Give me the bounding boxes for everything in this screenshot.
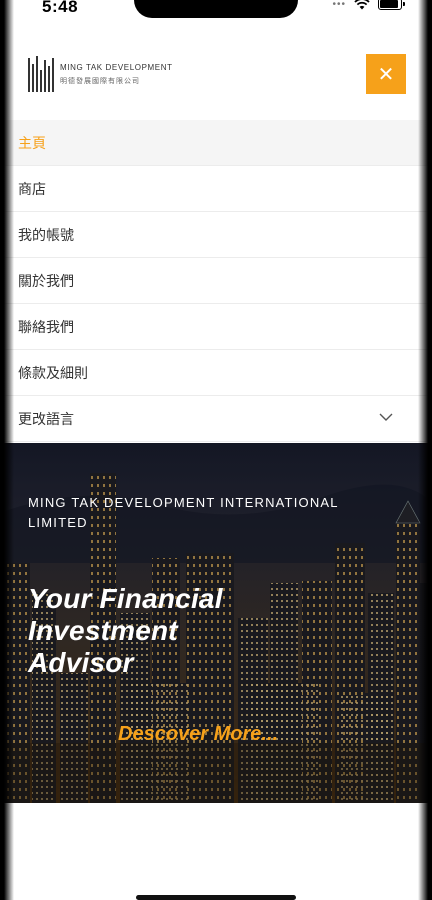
status-bar: 5:48 •••: [0, 0, 432, 22]
menu-item-label: 關於我們: [18, 272, 74, 289]
status-icons: •••: [332, 0, 405, 10]
device-edge-left: [0, 0, 14, 900]
menu-item-label: 商店: [18, 180, 46, 197]
close-icon: ✕: [377, 63, 395, 86]
menu-item-terms[interactable]: 條款及細則: [0, 350, 432, 396]
status-time: 5:48: [42, 0, 79, 16]
battery-icon: [378, 0, 405, 10]
menu-item-label: 主頁: [18, 134, 46, 151]
site-header: MING TAK DEVELOPMENT 明德發展國際有限公司 ✕: [0, 22, 432, 120]
logo-chinese-name: 明德發展國際有限公司: [60, 77, 140, 85]
menu-item-my-account[interactable]: 我的帳號: [0, 212, 432, 258]
app-screen: 5:48 ••• MING TAK DEVELOPMENT 明德發展國際有限公司: [0, 0, 432, 900]
menu-item-label: 更改語言: [18, 410, 74, 427]
menu-item-home[interactable]: 主頁: [0, 120, 432, 166]
signal-dots-icon: •••: [332, 0, 346, 10]
nav-menu: 主頁 商店 我的帳號 關於我們 聯絡我們 條款及細則 更改語言: [0, 120, 432, 442]
logo-text: MING TAK DEVELOPMENT 明德發展國際有限公司: [60, 63, 173, 86]
logo[interactable]: MING TAK DEVELOPMENT 明德發展國際有限公司: [28, 56, 173, 92]
device-edge-right: [418, 0, 432, 900]
logo-english-name: MING TAK DEVELOPMENT: [60, 62, 173, 72]
hero-company-name: MING TAK DEVELOPMENT INTERNATIONAL LIMIT…: [28, 495, 339, 530]
hero-tagline: Your Financial Investment Advisor: [28, 583, 223, 678]
menu-item-change-language[interactable]: 更改語言: [0, 396, 432, 442]
menu-item-label: 條款及細則: [18, 364, 88, 381]
discover-more-link[interactable]: Descover More...: [118, 723, 278, 746]
logo-mark-icon: [28, 56, 54, 92]
menu-item-shop[interactable]: 商店: [0, 166, 432, 212]
wifi-icon: [354, 0, 370, 10]
menu-item-about-us[interactable]: 關於我們: [0, 258, 432, 304]
menu-item-label: 我的帳號: [18, 226, 74, 243]
menu-item-contact-us[interactable]: 聯絡我們: [0, 304, 432, 350]
chevron-down-icon[interactable]: [378, 409, 394, 425]
battery-level: [380, 0, 398, 8]
menu-item-label: 聯絡我們: [18, 318, 74, 335]
hero-banner: MING TAK DEVELOPMENT INTERNATIONAL LIMIT…: [0, 443, 432, 803]
home-indicator[interactable]: [136, 895, 296, 900]
close-menu-button[interactable]: ✕: [366, 54, 406, 94]
